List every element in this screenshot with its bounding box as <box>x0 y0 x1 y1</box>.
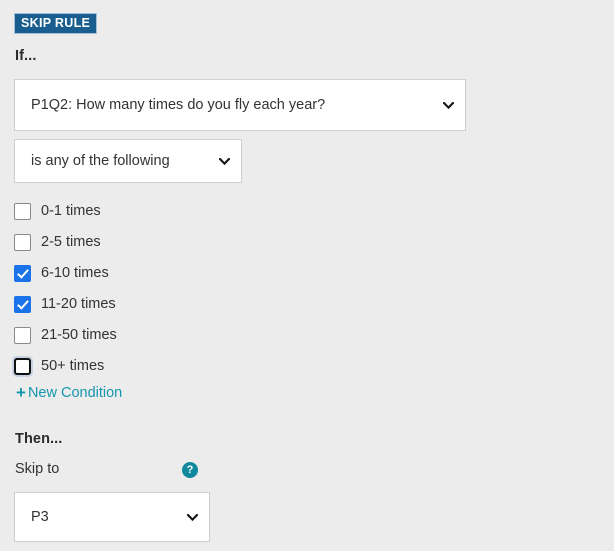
choice-checkbox-0-1-times[interactable] <box>14 203 31 220</box>
skip-to-label: Skip to <box>15 461 60 477</box>
choice-label: 2-5 times <box>41 234 101 250</box>
choice-label: 21-50 times <box>41 327 117 343</box>
list-item[interactable]: 6-10 times <box>14 258 314 289</box>
skip-to-select[interactable]: P3 <box>14 492 210 542</box>
new-condition-label: New Condition <box>27 384 123 401</box>
chevron-down-icon <box>213 157 241 165</box>
skip-rule-panel: SKIP RULE If... P1Q2: How many times do … <box>0 0 614 551</box>
list-item[interactable]: 2-5 times <box>14 227 314 258</box>
skip-rule-badge: SKIP RULE <box>14 13 98 34</box>
skip-rule-badge-container: SKIP RULE <box>14 13 98 34</box>
choice-checkbox-21-50-times[interactable] <box>14 327 31 344</box>
list-item[interactable]: 21-50 times <box>14 320 314 351</box>
list-item[interactable]: 0-1 times <box>14 196 314 227</box>
choice-checkbox-6-10-times[interactable] <box>14 265 31 282</box>
operator-select-value: is any of the following <box>31 153 170 169</box>
skip-to-select-value: P3 <box>31 509 49 525</box>
choice-label: 11-20 times <box>41 296 116 312</box>
plus-icon: + <box>16 383 26 402</box>
chevron-down-icon <box>437 101 465 109</box>
chevron-down-icon <box>181 513 209 521</box>
question-select-value: P1Q2: How many times do you fly each yea… <box>31 97 326 113</box>
condition-choice-list: 0-1 times 2-5 times 6-10 times 11-20 tim… <box>14 196 314 382</box>
choice-label: 50+ times <box>41 358 105 374</box>
choice-label: 0-1 times <box>41 203 101 219</box>
choice-checkbox-11-20-times[interactable] <box>14 296 31 313</box>
if-section-heading: If... <box>15 48 37 64</box>
new-condition-link[interactable]: + New Condition <box>16 384 122 401</box>
list-item[interactable]: 11-20 times <box>14 289 314 320</box>
question-select[interactable]: P1Q2: How many times do you fly each yea… <box>14 79 466 131</box>
operator-select[interactable]: is any of the following <box>14 139 242 183</box>
choice-checkbox-50-plus-times[interactable] <box>14 358 31 375</box>
choice-label: 6-10 times <box>41 265 109 281</box>
help-circle-icon[interactable]: ? <box>182 462 198 478</box>
then-section-heading: Then... <box>15 431 63 447</box>
choice-checkbox-2-5-times[interactable] <box>14 234 31 251</box>
list-item[interactable]: 50+ times <box>14 351 314 382</box>
